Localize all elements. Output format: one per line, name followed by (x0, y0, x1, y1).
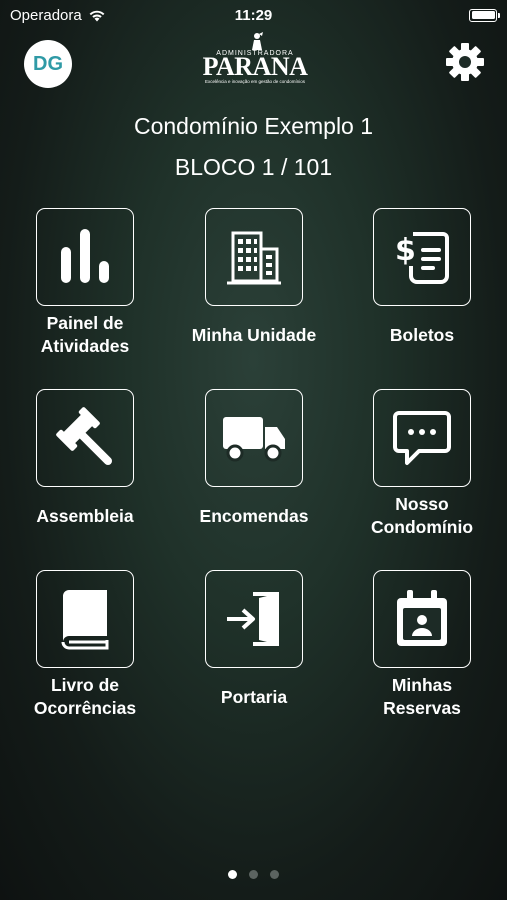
tile-label: Assembleia (36, 505, 134, 526)
chat-bubble-icon (393, 411, 451, 465)
tile-label: Nosso Condomínio (370, 494, 474, 537)
wifi-icon (89, 10, 105, 21)
tile-nosso-condominio[interactable]: Nosso Condomínio (357, 389, 487, 545)
avatar[interactable]: DG (24, 40, 72, 88)
logo-main-text: PARANA (202, 52, 308, 81)
svg-text:$: $ (395, 233, 416, 268)
avatar-initials: DG (33, 52, 63, 75)
tile-label: Boletos (389, 324, 455, 345)
tile-icon-box[interactable] (205, 389, 303, 487)
tile-portaria[interactable]: Portaria (189, 570, 319, 726)
company-logo: ADMINISTRADORA PARANA Excelência e inova… (196, 32, 314, 94)
tile-label: Minhas Reservas (383, 675, 461, 718)
door-entry-icon (227, 592, 279, 646)
tile-minha-unidade[interactable]: Minha Unidade (189, 208, 319, 364)
logo-tagline: Excelência e inovação em gestão de condo… (204, 79, 306, 84)
calendar-user-icon (397, 590, 447, 646)
book-icon (61, 590, 109, 650)
tile-label: Livro de Ocorrências (33, 675, 137, 718)
tile-label: Minha Unidade (191, 324, 317, 345)
tile-label: Painel de Atividades (40, 313, 130, 356)
tile-icon-box[interactable] (36, 389, 134, 487)
page-indicator[interactable] (0, 870, 507, 879)
tile-painel-atividades[interactable]: Painel de Atividades (20, 208, 150, 364)
invoice-icon: $ (395, 232, 449, 284)
tile-livro-ocorrencias[interactable]: Livro de Ocorrências (20, 570, 150, 726)
truck-icon (223, 417, 285, 462)
tile-boletos[interactable]: $ Boletos (357, 208, 487, 364)
battery-icon (469, 8, 500, 22)
tile-label: Encomendas (199, 505, 309, 526)
tile-icon-box[interactable] (373, 389, 471, 487)
tile-icon-box[interactable] (36, 570, 134, 668)
tile-minhas-reservas[interactable]: Minhas Reservas (357, 570, 487, 726)
condominium-name: Condomínio Exemplo 1 (133, 113, 374, 139)
tile-icon-box[interactable] (373, 570, 471, 668)
page-dot-1[interactable] (228, 870, 237, 879)
clock: 11:29 (234, 6, 273, 24)
tile-icon-box[interactable] (205, 208, 303, 306)
unit-label: BLOCO 1 / 101 (174, 154, 333, 180)
carrier-info: Operadora (10, 7, 106, 24)
tile-assembleia[interactable]: Assembleia (20, 389, 150, 545)
bar-chart-icon (61, 229, 109, 283)
tile-icon-box[interactable] (36, 208, 134, 306)
tile-label: Portaria (220, 686, 288, 707)
gavel-icon (56, 407, 112, 465)
building-icon (227, 231, 281, 285)
settings-gear-icon[interactable] (445, 42, 485, 82)
page-dot-3[interactable] (270, 870, 279, 879)
status-bar: Operadora 11:29 (0, 0, 507, 30)
tile-icon-box[interactable] (205, 570, 303, 668)
carrier-name: Operadora (10, 6, 82, 24)
tile-icon-box[interactable]: $ (373, 208, 471, 306)
logo-figure-icon (252, 32, 263, 50)
header: DG ADMINISTRADORA PARANA Excelência e in… (0, 30, 507, 100)
page-dot-2[interactable] (249, 870, 258, 879)
tile-encomendas[interactable]: Encomendas (189, 389, 319, 545)
